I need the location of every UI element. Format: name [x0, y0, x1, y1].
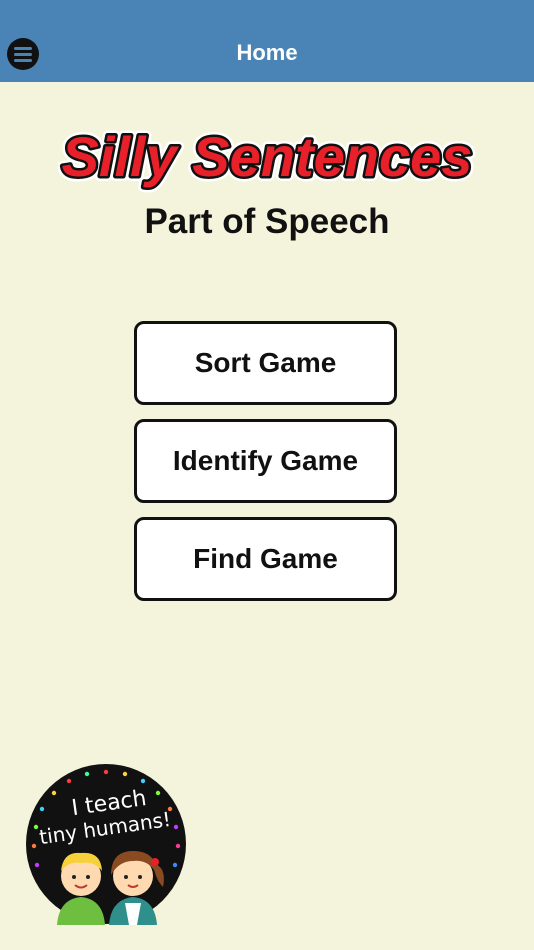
- i-teach-tiny-humans-badge: I teach tiny humans!: [26, 764, 186, 925]
- sort-game-button[interactable]: Sort Game: [134, 321, 397, 405]
- identify-game-button[interactable]: Identify Game: [134, 419, 397, 503]
- silly-sentences-logo: Silly Sentences Silly Sentences Silly Se…: [58, 120, 476, 193]
- find-game-button[interactable]: Find Game: [134, 517, 397, 601]
- nav-title: Home: [236, 40, 298, 65]
- top-navigation-bar: Home: [0, 0, 534, 82]
- page-subtitle: Part of Speech: [144, 202, 390, 241]
- logo-text: Silly Sentences: [62, 125, 473, 188]
